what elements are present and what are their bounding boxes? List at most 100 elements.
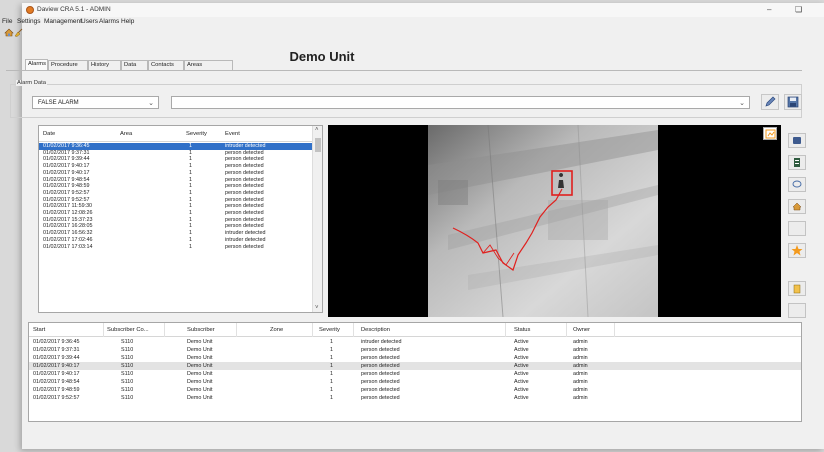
column-divider[interactable] (505, 323, 506, 337)
alarm-category-select[interactable]: FALSE ALARM ⌄ (32, 96, 159, 109)
table-row[interactable]: 01/02/2017 9:52:57 S110 Demo Unit 1 person d… (29, 394, 801, 402)
edit-button[interactable] (761, 94, 779, 110)
table-cell-code: S110 (121, 379, 134, 385)
alarm-list-row[interactable]: 01/02/2017 9:39:44 1 person detected (39, 156, 314, 163)
menu-management[interactable]: Management (44, 18, 82, 25)
table-row[interactable]: 01/02/2017 9:48:59 S110 Demo Unit 1 person d… (29, 386, 801, 394)
menu-alarms[interactable]: Alarms (99, 18, 119, 25)
table-row[interactable]: 01/02/2017 9:40:17 S110 Demo Unit 1 person d… (29, 370, 801, 378)
column-header-area[interactable]: Area (120, 131, 132, 137)
alarm-cell-severity: 1 (189, 156, 192, 163)
table-cell-status: Active (514, 371, 529, 377)
tab-history[interactable]: History (88, 60, 121, 70)
table-cell-description: person detected (361, 395, 400, 401)
column-header-subscriber[interactable]: Subscriber (187, 327, 215, 333)
side-button-8[interactable] (788, 303, 806, 318)
alarm-cell-severity: 1 (189, 223, 192, 230)
column-header-zone[interactable]: Zone (270, 327, 283, 333)
alarm-list-row[interactable]: 01/02/2017 9:48:59 1 person detected (39, 183, 314, 190)
table-cell-status: Active (514, 339, 529, 345)
alarm-list-row[interactable]: 01/02/2017 9:40:17 1 person detected (39, 170, 314, 177)
alarm-cell-severity: 1 (189, 189, 192, 196)
menu-users[interactable]: Users (81, 18, 98, 25)
camera-options-button[interactable] (763, 127, 777, 140)
side-button-1[interactable] (788, 133, 806, 148)
alarm-list-row[interactable]: 01/02/2017 9:52:57 1 person detected (39, 190, 314, 197)
table-row[interactable]: 01/02/2017 9:40:17 S110 Demo Unit 1 person d… (29, 362, 801, 370)
alarm-list-row[interactable]: 01/02/2017 9:40:17 1 person detected (39, 163, 314, 170)
alarm-list[interactable]: Date Area Severity Event 01/02/2017 9:36… (38, 125, 323, 313)
side-button-5[interactable] (788, 221, 806, 236)
minimize-button[interactable]: – (767, 5, 771, 14)
broom-icon[interactable] (14, 28, 24, 37)
column-header-severity[interactable]: Severity (186, 131, 207, 137)
menu-file[interactable]: File (2, 18, 12, 25)
alarm-list-row[interactable]: 01/02/2017 9:52:57 1 person detected (39, 197, 314, 204)
column-divider[interactable] (353, 323, 354, 337)
active-alarms-table[interactable]: Start Subscriber Co... Subscriber Zone S… (28, 322, 802, 422)
menu-help[interactable]: Help (121, 18, 134, 25)
active-alarms-header: Start Subscriber Co... Subscriber Zone S… (29, 323, 801, 337)
tab-data[interactable]: Data (121, 60, 148, 70)
column-header-start[interactable]: Start (33, 327, 45, 333)
table-cell-status: Active (514, 355, 529, 361)
tab-contacts[interactable]: Contacts (148, 60, 184, 70)
menu-settings[interactable]: Settings (17, 18, 41, 25)
alarm-list-row[interactable]: 01/02/2017 16:56:32 1 intruder detected (39, 230, 314, 237)
column-divider[interactable] (164, 323, 165, 337)
side-button-3[interactable] (788, 177, 806, 192)
table-cell-code: S110 (121, 395, 134, 401)
alarm-list-row[interactable]: 01/02/2017 12:08:26 1 person detected (39, 210, 314, 217)
column-header-subscriber-code[interactable]: Subscriber Co... (107, 327, 149, 333)
alarm-list-row[interactable]: 01/02/2017 17:02:46 1 intruder detected (39, 237, 314, 244)
scroll-thumb[interactable] (315, 138, 321, 152)
home-icon[interactable] (4, 28, 14, 37)
save-button[interactable] (784, 94, 802, 110)
table-row[interactable]: 01/02/2017 9:48:54 S110 Demo Unit 1 person d… (29, 378, 801, 386)
alarm-notes-combo[interactable]: ⌄ (171, 96, 750, 109)
table-row[interactable]: 01/02/2017 9:36:45 S110 Demo Unit 1 intruder… (29, 338, 801, 346)
alarm-list-row[interactable]: 01/02/2017 11:59:30 1 person detected (39, 203, 314, 210)
table-row[interactable]: 01/02/2017 9:37:31 S110 Demo Unit 1 person d… (29, 346, 801, 354)
column-header-status[interactable]: Status (514, 327, 530, 333)
column-divider[interactable] (566, 323, 567, 337)
table-cell-status: Active (514, 395, 529, 401)
table-cell-subscriber: Demo Unit (187, 395, 213, 401)
side-button-7[interactable] (788, 281, 806, 296)
column-divider[interactable] (103, 323, 104, 337)
alarm-list-row[interactable]: 01/02/2017 15:37:23 1 person detected (39, 217, 314, 224)
tab-procedure[interactable]: Procedure (48, 60, 88, 70)
table-cell-start: 01/02/2017 9:40:17 (33, 363, 80, 369)
alarm-list-row[interactable]: 01/02/2017 17:03:14 1 person detected (39, 244, 314, 251)
camera-video-view[interactable] (328, 125, 781, 317)
column-header-event[interactable]: Event (225, 131, 240, 137)
table-cell-start: 01/02/2017 9:40:17 (33, 371, 80, 377)
column-divider[interactable] (236, 323, 237, 337)
alarm-list-row[interactable]: 01/02/2017 9:37:31 1 person detected (39, 150, 314, 157)
tab-alarms[interactable]: Alarms (25, 59, 48, 70)
alarm-list-header: Date Area Severity Event (39, 126, 314, 142)
alarm-list-row[interactable]: 01/02/2017 16:28:05 1 person detected (39, 223, 314, 230)
column-header-date[interactable]: Date (43, 131, 55, 137)
side-button-4[interactable] (788, 199, 806, 214)
column-header-severity[interactable]: Severity (319, 327, 340, 333)
table-cell-severity: 1 (330, 371, 333, 377)
column-divider[interactable] (312, 323, 313, 337)
scroll-up-icon[interactable]: ˄ (315, 127, 319, 133)
window-title: Daview CRA 5.1 - ADMIN (37, 6, 111, 13)
alarm-cell-event: person detected (225, 189, 264, 196)
column-header-description[interactable]: Description (361, 327, 390, 333)
column-header-owner[interactable]: Owner (573, 327, 590, 333)
alarm-list-row[interactable]: 01/02/2017 9:48:54 1 person detected (39, 177, 314, 184)
tab-areas[interactable]: Areas (184, 60, 233, 70)
alarm-list-row[interactable]: 01/02/2017 9:36:45 1 intruder detected (39, 143, 314, 150)
alarm-cell-event: person detected (225, 216, 264, 223)
restore-button[interactable]: ❏ (795, 5, 802, 14)
side-button-6[interactable] (788, 243, 806, 258)
scroll-down-icon[interactable]: ˅ (315, 305, 319, 311)
table-row[interactable]: 01/02/2017 9:39:44 S110 Demo Unit 1 person d… (29, 354, 801, 362)
alarm-list-scrollbar[interactable]: ˄ ˅ (312, 126, 322, 312)
side-button-2[interactable] (788, 155, 806, 170)
column-divider[interactable] (614, 323, 615, 337)
alarm-cell-date: 01/02/2017 9:39:44 (43, 156, 90, 163)
